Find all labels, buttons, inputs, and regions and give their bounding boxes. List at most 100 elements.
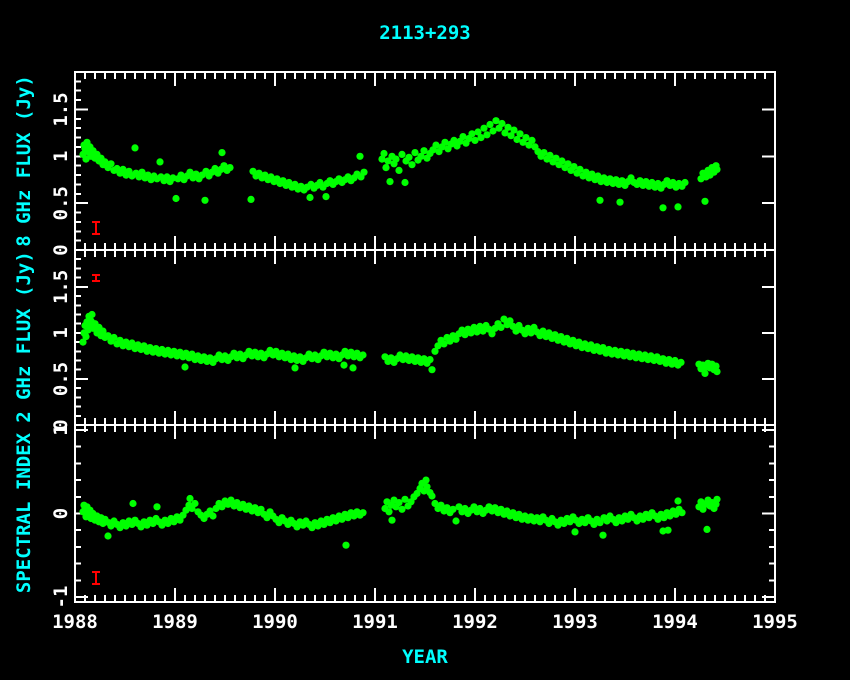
data-point <box>674 203 681 210</box>
data-point <box>82 333 89 340</box>
data-point <box>599 532 606 539</box>
data-point <box>359 509 366 516</box>
panel-8ghz: 0 0.5 1 1.5 <box>50 72 775 256</box>
data-point <box>382 164 389 171</box>
data-point <box>452 517 459 524</box>
panel-2ghz: 00.511.5 <box>50 250 775 431</box>
data-point <box>678 509 685 516</box>
series-8ghz <box>79 117 720 211</box>
data-point <box>674 497 681 504</box>
data-point <box>701 198 708 205</box>
flux-chart: 2113+293 8 GHz FLUX (Jy) 2 GHz FLUX (Jy)… <box>0 0 850 680</box>
data-point <box>104 532 111 539</box>
y-tick-label: -1 <box>50 586 72 609</box>
y-tick-label: 0 <box>50 244 72 255</box>
data-point <box>291 364 298 371</box>
x-tick-label: 1992 <box>452 611 498 633</box>
y-tick-label: 1 <box>50 151 72 162</box>
data-point <box>386 178 393 185</box>
y-tick-label: 1.5 <box>50 270 72 304</box>
data-point <box>498 120 505 127</box>
data-point <box>392 156 399 163</box>
tick-marks <box>75 250 775 425</box>
data-point <box>88 311 95 318</box>
data-point <box>349 364 356 371</box>
data-point <box>156 158 163 165</box>
panel-frame <box>75 250 775 425</box>
y-tick-label: 0.5 <box>50 186 72 220</box>
data-point <box>356 153 363 160</box>
data-point <box>322 193 329 200</box>
data-point <box>571 528 578 535</box>
data-point <box>528 137 535 144</box>
data-point <box>422 477 429 484</box>
data-point <box>401 179 408 186</box>
data-point <box>411 149 418 156</box>
data-point <box>191 500 198 507</box>
data-point <box>181 363 188 370</box>
x-axis-title: YEAR <box>402 646 448 668</box>
data-point <box>428 366 435 373</box>
data-point <box>107 160 114 167</box>
data-point <box>201 197 208 204</box>
series-spectral-index <box>79 477 720 549</box>
data-point <box>510 127 517 134</box>
data-point <box>360 169 367 176</box>
y-tick-label: 1 <box>50 424 72 435</box>
data-point <box>713 496 720 503</box>
data-point <box>340 362 347 369</box>
x-tick-label: 1991 <box>352 611 398 633</box>
data-point <box>677 359 684 366</box>
data-point <box>380 150 387 157</box>
data-point <box>129 500 136 507</box>
data-point <box>616 199 623 206</box>
chart-page: 2113+293 8 GHz FLUX (Jy) 2 GHz FLUX (Jy)… <box>0 0 850 680</box>
x-tick-label: 1994 <box>652 611 698 633</box>
y-axis-title-8ghz: 8 GHz FLUX (Jy) <box>13 75 35 247</box>
data-point <box>172 195 179 202</box>
data-point <box>131 144 138 151</box>
data-point <box>408 161 415 168</box>
data-point <box>483 131 490 138</box>
data-point <box>659 204 666 211</box>
series-2ghz <box>79 311 720 377</box>
data-point <box>359 351 366 358</box>
data-point <box>209 512 216 519</box>
data-point <box>306 194 313 201</box>
data-point <box>701 370 708 377</box>
x-tick-label: 1989 <box>152 611 198 633</box>
y-tick-label: 0.5 <box>50 362 72 396</box>
data-point <box>426 356 433 363</box>
data-point <box>713 368 720 375</box>
data-point <box>342 542 349 549</box>
data-point <box>428 492 435 499</box>
y-axis-title-2ghz: 2 GHz FLUX (Jy) <box>13 251 35 423</box>
y-tick-label: 0 <box>50 508 72 519</box>
y-tick-label: 1.5 <box>50 92 72 126</box>
data-point <box>480 125 487 132</box>
data-point <box>596 197 603 204</box>
data-point <box>395 167 402 174</box>
data-point <box>226 164 233 171</box>
data-point <box>516 130 523 137</box>
typical-error-bar <box>92 572 100 584</box>
data-point <box>247 196 254 203</box>
typical-error-bar <box>92 222 100 234</box>
data-point <box>703 526 710 533</box>
chart-title: 2113+293 <box>379 22 471 44</box>
data-point <box>405 154 412 161</box>
x-tick-label: 1988 <box>52 611 98 633</box>
y-axis-title-index: SPECTRAL INDEX <box>13 432 35 593</box>
data-point <box>398 151 405 158</box>
data-point <box>664 527 671 534</box>
typical-error-bar <box>92 275 100 281</box>
data-point <box>388 517 395 524</box>
data-point <box>153 503 160 510</box>
x-tick-label: 1993 <box>552 611 598 633</box>
data-point <box>486 121 493 128</box>
y-tick-label: 1 <box>50 327 72 338</box>
x-tick-label: 1995 <box>752 611 798 633</box>
x-tick-label: 1990 <box>252 611 298 633</box>
data-point <box>385 508 392 515</box>
data-point <box>218 149 225 156</box>
